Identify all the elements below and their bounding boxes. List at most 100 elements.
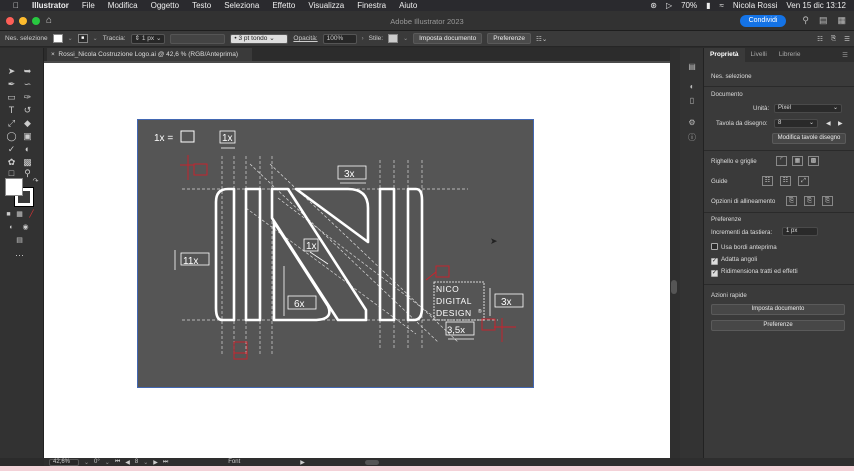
units-select[interactable]: Pixel ⌄ <box>774 104 842 113</box>
swap-colors-icon[interactable]: ↷ <box>30 176 41 187</box>
stroke-weight-field[interactable]: ⇕ 1 px ⌄ <box>130 33 166 44</box>
draw-mode-icon[interactable]: ◐ <box>6 222 17 233</box>
layers-icon[interactable]: ▯ <box>686 96 698 106</box>
canvas-area[interactable]: 1x = 1x 3x 11x 1x 6x 3x 3,5x NICO DIGITA… <box>44 61 670 458</box>
menu-window[interactable]: Finestra <box>357 1 386 10</box>
scroll-thumb[interactable] <box>671 280 677 294</box>
scale-corners-checkbox[interactable]: ✓ <box>711 258 718 265</box>
wifi-icon[interactable]: ≈ <box>720 1 724 10</box>
appearance-icon[interactable]: ◐ <box>686 82 698 92</box>
pen-tool-icon[interactable]: ✒ <box>6 79 17 90</box>
logo-artboard[interactable]: 1x = 1x 3x 11x 1x 6x 3x 3,5x NICO DIGITA… <box>137 119 534 388</box>
brush-field[interactable]: • 3 pt tondo ⌄ <box>230 33 289 44</box>
search-icon[interactable]: ⚲ <box>802 15 809 26</box>
symbol-sprayer-tool-icon[interactable]: ✿ <box>6 157 17 168</box>
settings-gear-icon[interactable]: ⚙ <box>686 118 698 128</box>
menu-view[interactable]: Visualizza <box>308 1 344 10</box>
panel-menu-icon[interactable]: ☰ <box>842 51 848 59</box>
menu-type[interactable]: Testo <box>192 1 211 10</box>
rectangle-tool-icon[interactable]: ▭ <box>6 92 17 103</box>
eraser-tool-icon[interactable]: ◆ <box>22 118 33 129</box>
chevron-down-icon[interactable]: ⌄ <box>143 459 148 466</box>
align-to-selection-icon[interactable]: ⎘ <box>786 196 797 206</box>
artboard-page[interactable]: 1x = 1x 3x 11x 1x 6x 3x 3,5x NICO DIGITA… <box>44 63 670 458</box>
rotate-tool-icon[interactable]: ↺ <box>22 105 33 116</box>
menu-app[interactable]: Illustrator <box>32 1 69 10</box>
battery-level[interactable]: 70% <box>681 1 697 10</box>
prev-artboard-icon[interactable]: ◀ <box>826 120 831 127</box>
arrange-icon[interactable]: ▤ <box>819 15 828 26</box>
brush-tool-icon[interactable]: ✑ <box>22 92 33 103</box>
artboard-number[interactable]: 8 <box>135 459 138 465</box>
info-icon[interactable]: ⓘ <box>686 132 698 142</box>
blend-tool-icon[interactable]: ◐ <box>22 144 33 155</box>
properties-icon[interactable]: ▤ <box>686 62 698 72</box>
transparency-grid-icon[interactable]: ▩ <box>808 156 819 166</box>
vertical-scrollbar[interactable] <box>670 48 680 458</box>
shape-builder-tool-icon[interactable]: ◯ <box>6 131 17 142</box>
curvature-tool-icon[interactable]: ∽ <box>22 79 33 90</box>
rotation-field[interactable]: 0° <box>94 459 100 465</box>
next-artboard-icon[interactable]: ▶ <box>838 120 843 127</box>
menu-help[interactable]: Aiuto <box>399 1 417 10</box>
align-to-artboard-icon[interactable]: ⎘ <box>822 196 833 206</box>
scale-corners-option[interactable]: ✓ Adatta angoli <box>711 256 757 265</box>
show-guides-icon[interactable]: ☷ <box>762 176 773 186</box>
scale-strokes-option[interactable]: ✓ Ridimensiona tratti ed effetti <box>711 268 798 277</box>
align-to-key-icon[interactable]: ⎘ <box>804 196 815 206</box>
menu-edit[interactable]: Modifica <box>108 1 138 10</box>
close-tab-icon[interactable]: × <box>51 51 55 58</box>
grid-icon[interactable]: ▦ <box>792 156 803 166</box>
workspace-icon[interactable]: ▦ <box>837 15 846 26</box>
menu-object[interactable]: Oggetto <box>151 1 179 10</box>
color-mode-icon[interactable]: ■ <box>3 209 14 220</box>
more-tools-icon[interactable]: ⋯ <box>14 250 25 261</box>
menu-effect[interactable]: Effetto <box>272 1 295 10</box>
preferences-button[interactable]: Preferenze <box>487 33 531 44</box>
horizontal-scroll-thumb[interactable] <box>364 459 379 465</box>
status-menu-icon[interactable]: ▶ <box>300 459 305 466</box>
preview-bounds-checkbox[interactable] <box>711 243 718 250</box>
isolate-icon[interactable]: ⎘ <box>831 35 836 43</box>
variable-width-field[interactable] <box>170 33 226 44</box>
ruler-icon[interactable]: ⌜ <box>776 156 787 166</box>
edit-artboards-button[interactable]: Modifica tavole disegno <box>772 133 846 144</box>
grid-icon[interactable]: ☷ <box>817 35 823 43</box>
chevron-down-icon[interactable]: ⌄ <box>403 35 408 42</box>
next-artboard-icon[interactable]: ▶ <box>153 459 158 466</box>
quick-document-setup-button[interactable]: Imposta documento <box>711 304 845 315</box>
first-artboard-icon[interactable]: ⏮ <box>115 459 120 466</box>
opacity-field[interactable]: 100% <box>322 33 357 44</box>
quick-preferences-button[interactable]: Preferenze <box>711 320 845 331</box>
document-setup-button[interactable]: Imposta documento <box>413 33 483 44</box>
gradient-mode-icon[interactable]: ▦ <box>14 209 25 220</box>
zoom-field[interactable]: 42,6% <box>49 458 79 466</box>
play-icon[interactable]: ▷ <box>666 1 672 10</box>
tab-libraries[interactable]: Librerie <box>773 48 807 62</box>
style-swatch[interactable] <box>388 34 399 43</box>
arrange-documents-icon[interactable]: ☷⌄ <box>536 35 547 43</box>
direct-selection-tool-icon[interactable]: ➥ <box>22 66 33 77</box>
menu-file[interactable]: File <box>82 1 95 10</box>
fill-color-box[interactable] <box>5 178 23 196</box>
none-mode-icon[interactable]: ╱ <box>26 209 37 220</box>
panel-menu-icon[interactable]: ☰ <box>844 35 850 43</box>
type-tool-icon[interactable]: T <box>6 105 17 116</box>
battery-icon[interactable]: ▮ <box>706 1 710 10</box>
gradient-tool-icon[interactable]: ▣ <box>22 131 33 142</box>
chevron-down-icon[interactable]: ⌄ <box>84 459 89 466</box>
stroke-swatch[interactable]: ■ <box>77 34 88 43</box>
screen-mode-icon[interactable]: ▤ <box>14 235 25 246</box>
last-artboard-icon[interactable]: ⏭ <box>163 459 168 466</box>
graph-tool-icon[interactable]: ▩ <box>22 157 33 168</box>
eyedropper-tool-icon[interactable]: ✓ <box>6 144 17 155</box>
user-name[interactable]: Nicola Rossi <box>733 1 777 10</box>
clock[interactable]: Ven 15 dic 13:12 <box>786 1 846 10</box>
keyboard-increment-field[interactable]: 1 px <box>782 227 818 236</box>
chevron-right-icon[interactable]: › <box>362 36 364 42</box>
scale-tool-icon[interactable]: ⤢ <box>6 118 17 129</box>
document-tab[interactable]: × Rossi_Nicola Costruzione Logo.ai @ 42,… <box>47 48 252 61</box>
tab-properties[interactable]: Proprietà <box>704 48 745 62</box>
apple-icon[interactable]:  <box>13 1 19 10</box>
artboard-select[interactable]: 8 ⌄ <box>774 119 818 128</box>
